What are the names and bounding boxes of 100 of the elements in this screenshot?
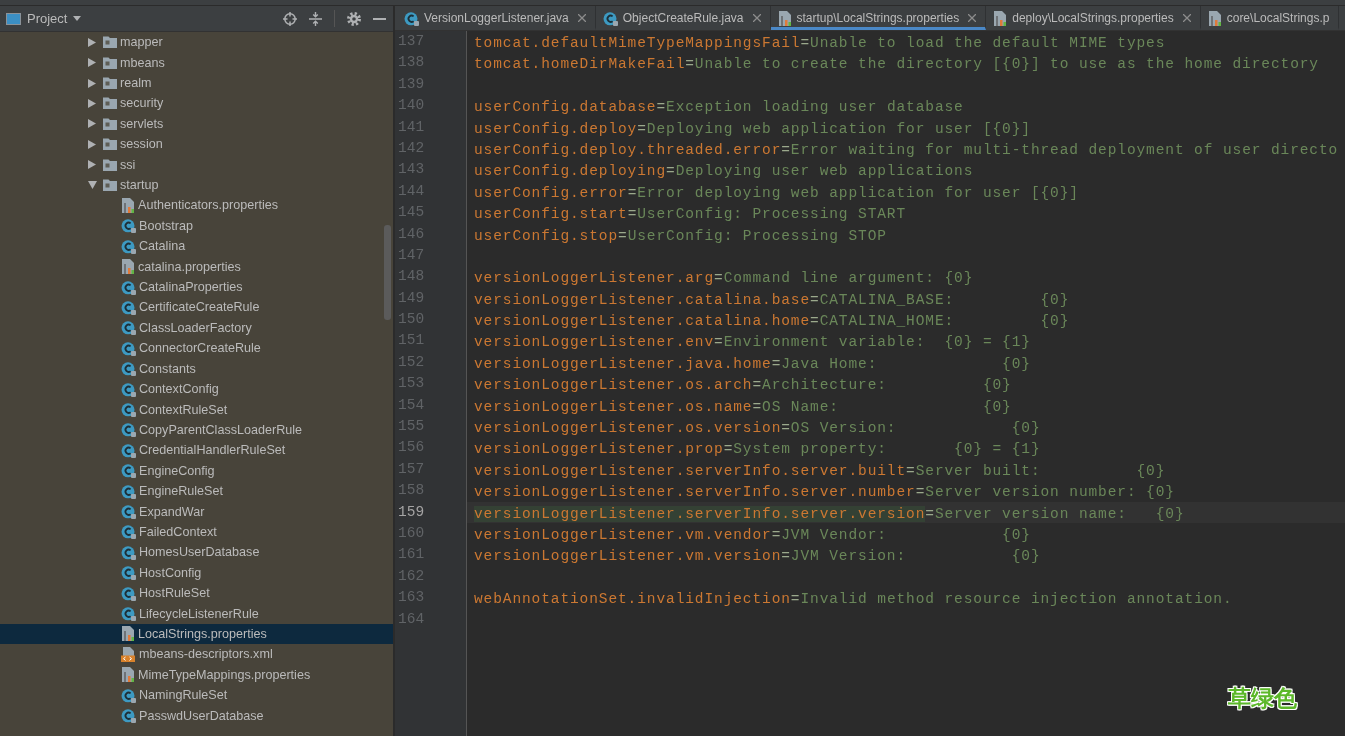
settings-icon[interactable] bbox=[347, 11, 361, 26]
code-line: tomcat.homeDirMakeFail=Unable to create the directory [{0}] to use as the home directory bbox=[474, 56, 1319, 73]
tab[interactable]: ObjectCreateRule.java bbox=[595, 6, 771, 30]
tree-item[interactable]: ConnectorCreateRule bbox=[121, 338, 261, 359]
folder-icon bbox=[103, 179, 117, 192]
code-line: versionLoggerListener.env=Environment variable: {0} = {1} bbox=[474, 334, 1031, 351]
class-icon bbox=[121, 544, 136, 560]
class-icon bbox=[121, 708, 136, 724]
tree-item[interactable]: catalina.properties bbox=[121, 256, 241, 277]
properties-file-icon bbox=[121, 626, 135, 642]
close-icon[interactable] bbox=[1182, 14, 1191, 22]
triangle-right-icon[interactable] bbox=[88, 160, 96, 170]
code-line: versionLoggerListener.java.home=Java Home: {0} bbox=[474, 355, 1031, 372]
tree-item[interactable]: LifecycleListenerRule bbox=[121, 603, 259, 624]
triangle-right-icon[interactable] bbox=[88, 58, 96, 68]
tree-item[interactable]: ssi bbox=[103, 154, 136, 175]
tree-item[interactable]: PasswdUserDatabase bbox=[121, 705, 264, 726]
tree-item[interactable]: HomesUserDatabase bbox=[121, 542, 260, 563]
code-line: versionLoggerListener.os.name=OS Name: {0} bbox=[474, 398, 1012, 415]
folder-icon bbox=[103, 77, 117, 89]
tree-item[interactable]: NamingRuleSet bbox=[121, 685, 228, 706]
class-icon bbox=[121, 279, 136, 295]
tab[interactable]: VersionLoggerListener.java bbox=[397, 6, 596, 30]
tree-item[interactable]: CatalinaProperties bbox=[121, 276, 243, 298]
tab[interactable]: deploy\LocalStrings.properties bbox=[986, 6, 1201, 30]
class-icon bbox=[121, 422, 136, 438]
code-line: userConfig.deploy.threaded.error=Error waiting for multi-thread deployment of user directo bbox=[474, 141, 1339, 158]
tree-item[interactable]: HostConfig bbox=[121, 562, 202, 583]
tree-item[interactable]: ContextConfig bbox=[121, 378, 219, 400]
code-line: userConfig.stop=UserConfig: Processing STOP bbox=[474, 227, 887, 244]
tree-item[interactable]: security bbox=[103, 93, 164, 114]
collapse-icon[interactable] bbox=[309, 11, 322, 26]
code-line: versionLoggerListener.catalina.base=CATALINA_BASE: {0} bbox=[474, 291, 1070, 308]
folder-icon bbox=[103, 138, 117, 151]
class-icon bbox=[121, 361, 136, 377]
code-line: userConfig.deploy=Deploying web application for user [{0}] bbox=[474, 120, 1031, 137]
tree-item[interactable]: MimeTypeMappings.properties bbox=[121, 664, 311, 685]
tree-item[interactable]: mbeans-descriptors.xml bbox=[121, 644, 273, 665]
folder-icon bbox=[103, 56, 117, 69]
tab[interactable]: startup\LocalStrings.properties bbox=[770, 6, 987, 30]
class-icon bbox=[121, 300, 136, 315]
tree-item[interactable]: mapper bbox=[103, 32, 163, 53]
tree-item[interactable]: mbeans bbox=[103, 52, 165, 73]
class-icon bbox=[602, 10, 618, 26]
code-line: versionLoggerListener.catalina.home=CATALINA_HOME: {0} bbox=[474, 313, 1070, 330]
code-line: webAnnotationSet.invalidInjection=Invalid method resource injection annotation. bbox=[474, 591, 1233, 608]
tree-item[interactable]: ClassLoaderFactory bbox=[121, 317, 252, 339]
code-line: versionLoggerListener.vm.version=JVM Version: {0} bbox=[474, 548, 1041, 565]
tree-item[interactable]: EngineConfig bbox=[121, 460, 215, 481]
tree-item[interactable]: Catalina bbox=[121, 236, 186, 257]
tree-item[interactable]: FailedContext bbox=[121, 521, 217, 543]
class-icon bbox=[121, 340, 136, 356]
triangle-right-icon[interactable] bbox=[88, 78, 96, 88]
close-icon[interactable] bbox=[752, 14, 761, 22]
tree-item[interactable]: Constants bbox=[121, 358, 196, 379]
caret-icon bbox=[73, 16, 82, 21]
code-line: versionLoggerListener.arg=Command line argument: {0} bbox=[474, 270, 974, 287]
class-icon bbox=[121, 402, 136, 417]
tree-item[interactable]: startup bbox=[103, 174, 159, 196]
close-icon[interactable] bbox=[968, 14, 977, 22]
triangle-right-icon[interactable] bbox=[88, 98, 96, 108]
tree-item[interactable]: CredentialHandlerRuleSet bbox=[121, 440, 286, 461]
minimize-icon[interactable] bbox=[373, 17, 386, 20]
class-icon bbox=[121, 504, 136, 520]
xml-file-icon bbox=[121, 646, 136, 662]
annotation-text: 草绿色 bbox=[1228, 684, 1297, 713]
properties-file-icon bbox=[993, 10, 1008, 26]
code-line: userConfig.error=Error deploying web application for user [{0}] bbox=[474, 184, 1079, 201]
tree-item[interactable]: EngineRuleSet bbox=[121, 480, 224, 502]
tree-item[interactable]: ContextRuleSet bbox=[121, 399, 228, 420]
line-number: 159 bbox=[398, 502, 425, 522]
tree-item[interactable]: session bbox=[103, 134, 163, 155]
code-line: userConfig.start=UserConfig: Processing START bbox=[474, 206, 907, 223]
tree-item[interactable]: HostRuleSet bbox=[121, 582, 210, 604]
code-line: versionLoggerListener.os.arch=Architecture: {0} bbox=[474, 377, 1012, 394]
folder-icon bbox=[103, 36, 117, 49]
scrollbar[interactable] bbox=[384, 225, 391, 320]
properties-file-icon bbox=[1207, 10, 1222, 26]
triangle-right-icon[interactable] bbox=[88, 37, 96, 47]
class-icon bbox=[121, 585, 136, 601]
tab[interactable]: core\LocalStrings.p bbox=[1200, 6, 1340, 30]
crosshair-icon[interactable] bbox=[283, 11, 297, 26]
triangle-right-icon[interactable] bbox=[88, 119, 96, 129]
project-view-dropdown[interactable]: Project bbox=[6, 11, 82, 26]
tree-item[interactable]: servlets bbox=[103, 113, 164, 135]
code-line: userConfig.deploying=Deploying user web applications bbox=[474, 163, 974, 180]
code-line: versionLoggerListener.vm.vendor=JVM Vendor: {0} bbox=[474, 527, 1031, 543]
class-icon bbox=[121, 320, 136, 336]
code-line: versionLoggerListener.os.version=OS Version: {0} bbox=[474, 420, 1041, 437]
class-icon bbox=[121, 381, 136, 397]
triangle-down-icon[interactable] bbox=[88, 181, 97, 190]
tree-item[interactable]: Authenticators.properties bbox=[121, 195, 278, 216]
tree-item[interactable]: ExpandWar bbox=[121, 501, 205, 522]
tree-item[interactable]: CertificateCreateRule bbox=[121, 297, 260, 318]
tree-item[interactable]: CopyParentClassLoaderRule bbox=[121, 419, 303, 441]
class-icon bbox=[121, 442, 136, 458]
tree-item[interactable]: realm bbox=[103, 72, 152, 94]
triangle-right-icon[interactable] bbox=[88, 139, 96, 149]
tree-item[interactable]: Bootstrap bbox=[121, 215, 193, 237]
close-icon[interactable] bbox=[577, 14, 586, 22]
